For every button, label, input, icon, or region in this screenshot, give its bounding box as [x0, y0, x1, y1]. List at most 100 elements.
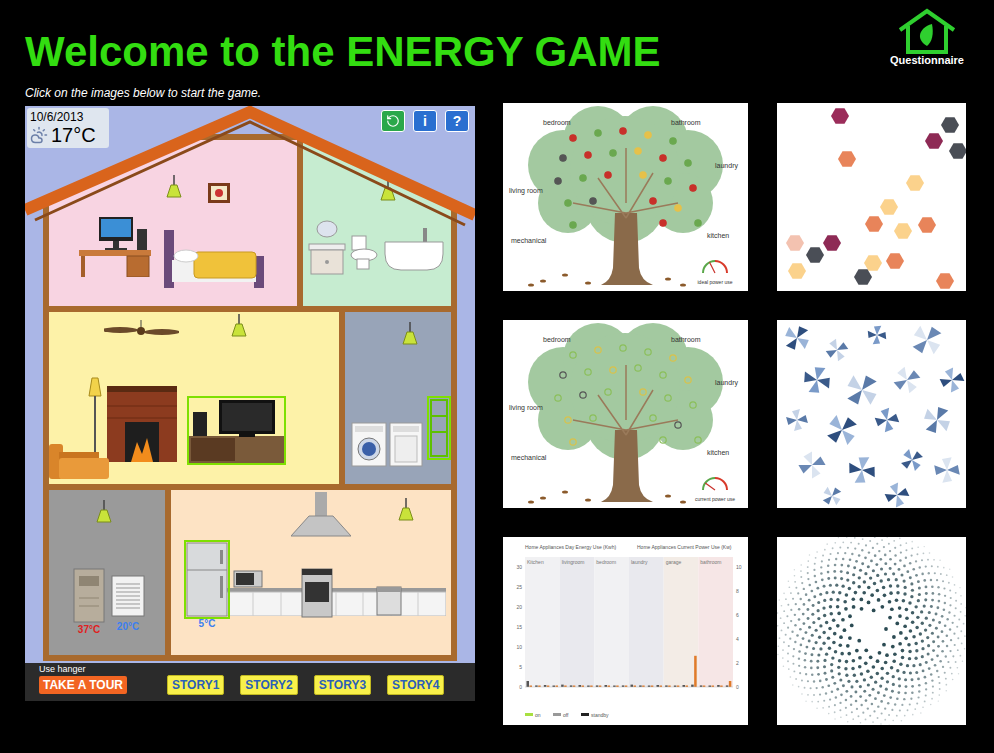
story-button[interactable]: STORY1 [167, 675, 224, 695]
appliance-apple[interactable] [635, 148, 641, 154]
appliance-apple[interactable] [620, 128, 626, 134]
appliance-apple[interactable] [610, 367, 616, 373]
appliance-apple[interactable] [560, 372, 566, 378]
appliance-apple[interactable] [585, 152, 591, 158]
bathtub-appliance[interactable] [383, 228, 445, 273]
appliance-apple[interactable] [645, 349, 651, 355]
appliance-apple[interactable] [570, 222, 576, 228]
bed-appliance[interactable] [164, 222, 264, 290]
tour-button[interactable]: TAKE A TOUR [39, 676, 127, 694]
fan-appliance[interactable] [104, 320, 179, 342]
appliance-apple[interactable] [610, 150, 616, 156]
counter-appliance[interactable] [226, 588, 446, 616]
stove-appliance[interactable] [301, 568, 333, 618]
appliance-apple[interactable] [660, 155, 666, 161]
washer-appliance[interactable] [351, 422, 387, 467]
axis-tick: 0 [736, 684, 739, 690]
appliance-apple[interactable] [580, 392, 586, 398]
appliance-apple[interactable] [640, 172, 646, 178]
appliance-apple[interactable] [685, 160, 691, 166]
floor-lamp-appliance[interactable] [87, 374, 103, 464]
appliance-apple[interactable] [635, 365, 641, 371]
appliance-apple[interactable] [570, 439, 576, 445]
appliance-apple[interactable] [580, 175, 586, 181]
current-bar [729, 681, 732, 687]
lamp-appliance[interactable] [396, 498, 416, 522]
appliance-apple[interactable] [670, 138, 676, 144]
furnace-appliance[interactable]: 37°C [73, 568, 105, 635]
info-button[interactable]: i [413, 110, 437, 132]
dishwasher-icon [376, 586, 402, 616]
fridge-appliance[interactable]: 5°C [186, 542, 228, 629]
air-conditioner-appliance[interactable]: 20°C [111, 570, 145, 632]
couch-appliance[interactable] [49, 434, 109, 479]
lamp-appliance[interactable] [378, 178, 398, 202]
tv-appliance[interactable] [189, 398, 284, 463]
appliance-apple[interactable] [690, 402, 696, 408]
lamp-appliance[interactable] [94, 500, 114, 524]
help-button[interactable]: ? [445, 110, 469, 132]
dishwasher-appliance[interactable] [376, 586, 402, 616]
tree-thumbnail[interactable]: bedroombathroomliving roomlaundrymechani… [503, 320, 748, 508]
appliance-apple[interactable] [670, 355, 676, 361]
hexagons-thumbnail[interactable] [777, 103, 966, 291]
appliance-apple[interactable] [585, 369, 591, 375]
story-button[interactable]: STORY2 [240, 675, 297, 695]
questionnaire-button[interactable]: Questionnaire [890, 8, 964, 67]
reset-button[interactable] [381, 110, 405, 132]
microwave-appliance[interactable] [233, 570, 263, 588]
appliance-apple[interactable] [640, 389, 646, 395]
appliance-apple[interactable] [590, 415, 596, 421]
appliance-apple[interactable] [570, 135, 576, 141]
computer-appliance[interactable] [79, 215, 151, 277]
day-bar [605, 685, 608, 687]
appliance-apple[interactable] [570, 352, 576, 358]
appliance-apple[interactable] [590, 198, 596, 204]
dryer-appliance[interactable] [389, 422, 423, 467]
appliance-apple[interactable] [565, 417, 571, 423]
appliance-apple[interactable] [685, 377, 691, 383]
hood-appliance[interactable] [291, 492, 351, 537]
appliance-apple[interactable] [660, 220, 666, 226]
appliance-apple[interactable] [695, 220, 701, 226]
appliance-apple[interactable] [555, 395, 561, 401]
spiral-thumbnail[interactable] [777, 537, 966, 725]
appliance-apple[interactable] [675, 205, 681, 211]
lamp-appliance[interactable] [164, 175, 184, 199]
appliance-apple[interactable] [560, 155, 566, 161]
appliance-apple[interactable] [595, 347, 601, 353]
appliance-apple[interactable] [675, 422, 681, 428]
frame-appliance[interactable] [207, 182, 231, 204]
room-label: laundry [715, 379, 738, 387]
appliance-apple[interactable] [605, 172, 611, 178]
appliance-apple[interactable] [665, 395, 671, 401]
chart-thumbnail[interactable]: Home Appliances Day Energy Use (Kwh)Home… [503, 537, 748, 725]
appliance-apple[interactable] [645, 132, 651, 138]
appliance-apple[interactable] [660, 372, 666, 378]
appliance-apple[interactable] [695, 437, 701, 443]
toilet-appliance[interactable] [348, 235, 378, 270]
sink-appliance[interactable] [307, 220, 347, 275]
appliance-apple[interactable] [690, 185, 696, 191]
lamp-appliance[interactable] [400, 322, 420, 346]
appliance-apple[interactable] [565, 200, 571, 206]
appliance-apple[interactable] [620, 345, 626, 351]
tree-thumbnail[interactable]: bedroombathroomliving roomlaundrymechani… [503, 103, 748, 291]
story-button[interactable]: STORY3 [314, 675, 371, 695]
appliance-apple[interactable] [605, 389, 611, 395]
kitchen-room: 5°C [171, 490, 451, 655]
appliance-apple[interactable] [650, 198, 656, 204]
fireplace-appliance[interactable] [107, 382, 177, 462]
appliance-apple[interactable] [555, 178, 561, 184]
appliance-apple[interactable] [650, 415, 656, 421]
appliance-apple[interactable] [660, 437, 666, 443]
appliance-apple[interactable] [665, 178, 671, 184]
story-button[interactable]: STORY4 [387, 675, 444, 695]
tree-chart: bedroombathroomliving roomlaundrymechani… [503, 103, 748, 291]
lamp-appliance[interactable] [229, 314, 249, 338]
rack-appliance[interactable] [429, 398, 449, 458]
appliance-apple[interactable] [595, 130, 601, 136]
gauge-needle [705, 483, 715, 490]
day-bar [561, 685, 564, 687]
pinwheels-thumbnail[interactable] [777, 320, 966, 508]
